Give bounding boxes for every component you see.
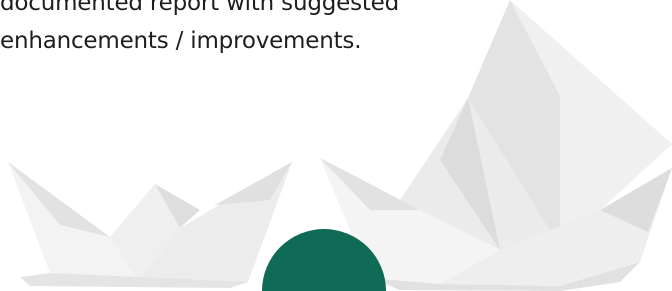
large-paper-boat bbox=[320, 0, 672, 291]
paper-boats-illustration bbox=[8, 0, 672, 291]
small-paper-boat bbox=[8, 162, 292, 288]
